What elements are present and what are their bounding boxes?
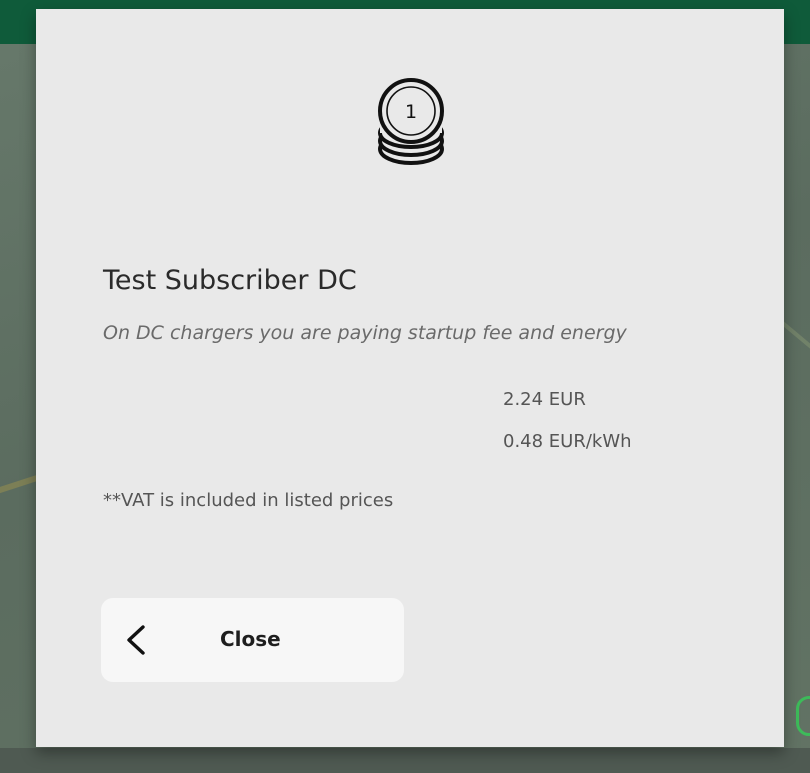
coin-number: 1: [405, 101, 417, 123]
coins-icon: 1: [378, 78, 444, 165]
charger-map-pin-icon[interactable]: [796, 696, 810, 736]
vat-note: **VAT is included in listed prices: [103, 490, 394, 511]
tariff-description: On DC chargers you are paying startup fe…: [103, 322, 627, 344]
energy-price: 0.48 EUR/kWh: [503, 431, 632, 452]
tariff-details-modal: 1 Test Subscriber DC On DC chargers you …: [36, 9, 784, 747]
tariff-title: Test Subscriber DC: [103, 265, 357, 296]
chevron-left-icon: [127, 625, 145, 655]
startup-fee-price: 2.24 EUR: [503, 389, 586, 410]
close-button[interactable]: Close: [101, 598, 404, 682]
close-button-label: Close: [220, 627, 281, 651]
bottom-bar: [0, 748, 810, 773]
